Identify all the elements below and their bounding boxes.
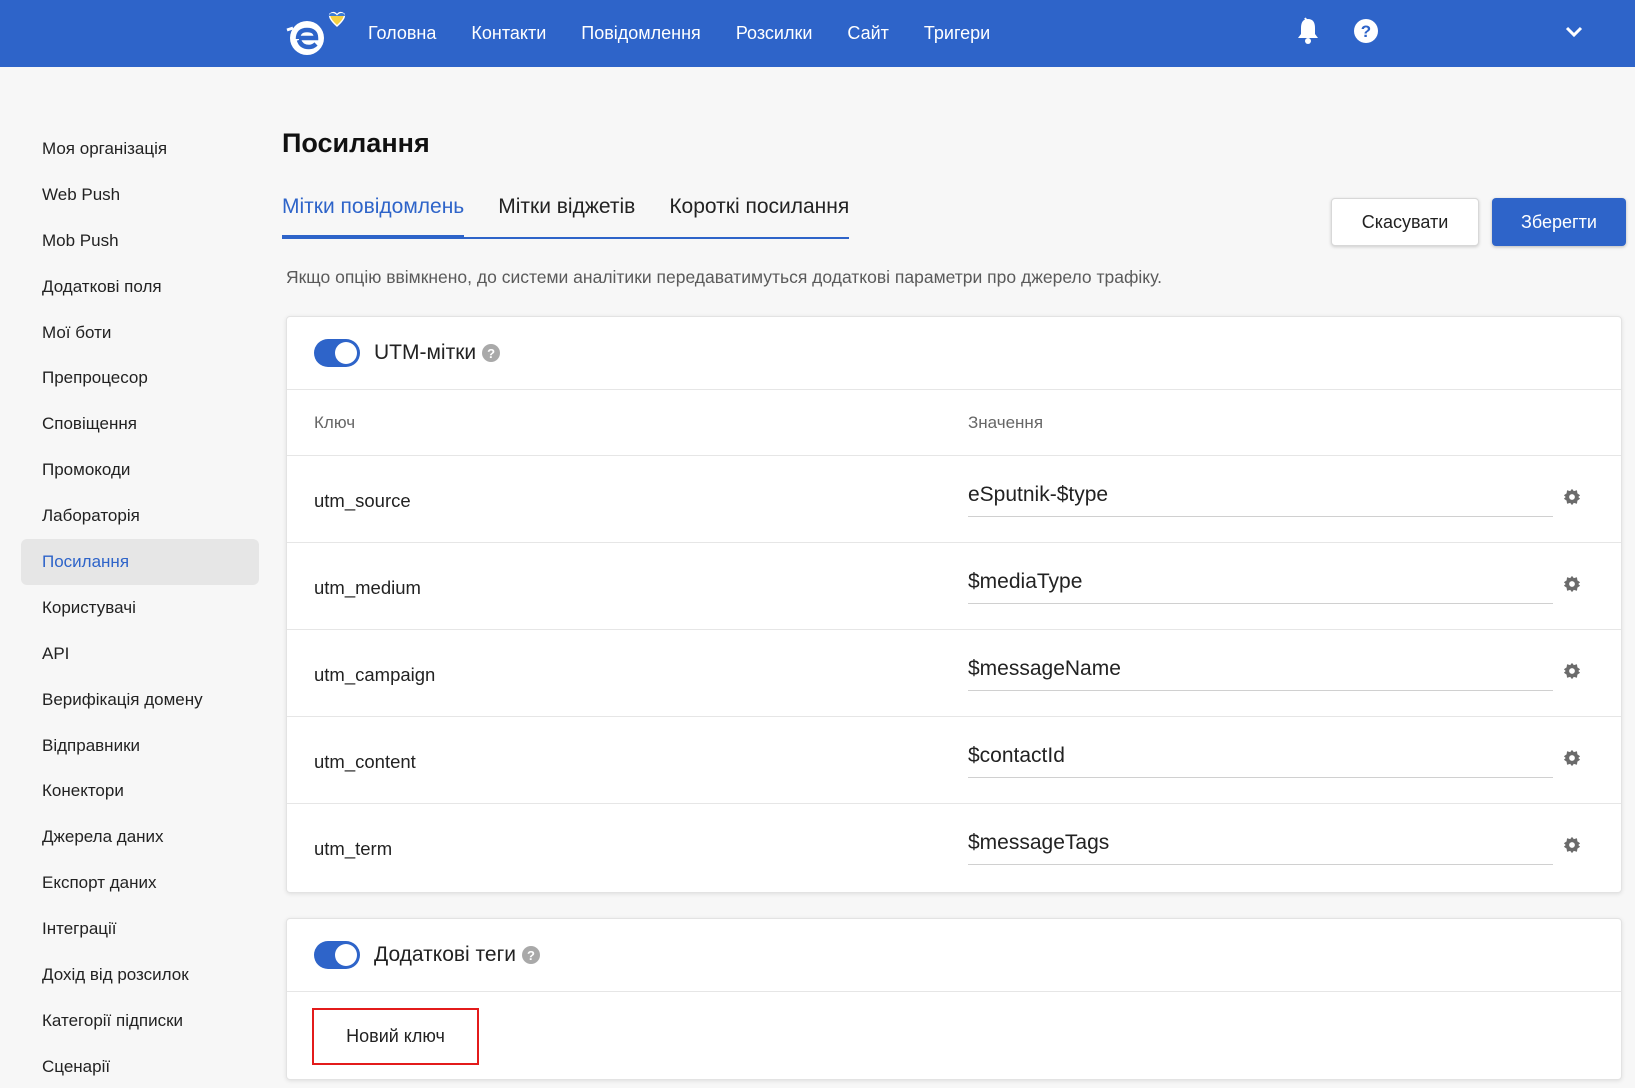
- nav-site[interactable]: Сайт: [847, 23, 889, 44]
- sidebar-item-links[interactable]: Посилання: [21, 539, 259, 585]
- utm-value-field[interactable]: $messageTags: [968, 831, 1553, 865]
- main-nav: Головна Контакти Повідомлення Розсилки С…: [368, 0, 1025, 67]
- extra-tags-header: Додаткові теги ?: [287, 919, 1621, 992]
- table-row: utm_term $messageTags: [287, 804, 1621, 891]
- tab-message-tags[interactable]: Мітки повідомлень: [282, 190, 465, 239]
- column-header-value: Значення: [968, 412, 1044, 432]
- nav-campaigns[interactable]: Розсилки: [736, 23, 813, 44]
- gear-icon[interactable]: [1563, 488, 1581, 506]
- gear-icon[interactable]: [1563, 836, 1581, 854]
- extra-tags-toggle[interactable]: [314, 941, 360, 969]
- utm-key: utm_campaign: [314, 664, 436, 685]
- tabs-bar: Мітки повідомлень Мітки віджетів Короткі…: [282, 190, 850, 239]
- help-circle-icon[interactable]: ?: [1353, 18, 1379, 44]
- cancel-button[interactable]: Скасувати: [1331, 198, 1479, 246]
- sidebar-item-domain-verification[interactable]: Верифікація домену: [21, 677, 259, 723]
- sidebar-item-my-bots[interactable]: Мої боти: [21, 310, 259, 356]
- sidebar-item-senders[interactable]: Відправники: [21, 723, 259, 769]
- chevron-down-icon[interactable]: [1564, 24, 1584, 40]
- new-key-button[interactable]: Новий ключ: [312, 1008, 479, 1065]
- gear-icon[interactable]: [1563, 662, 1581, 680]
- utm-key: utm_term: [314, 838, 393, 859]
- bell-icon[interactable]: [1295, 16, 1321, 46]
- top-navbar: Головна Контакти Повідомлення Розсилки С…: [0, 0, 1635, 67]
- utm-card-header: UTM-мітки ?: [287, 317, 1621, 390]
- sidebar-item-web-push[interactable]: Web Push: [21, 172, 259, 218]
- esputnik-logo[interactable]: [285, 10, 347, 58]
- sidebar-item-scenarios[interactable]: Сценарії: [21, 1044, 259, 1088]
- tab-widget-tags[interactable]: Мітки віджетів: [498, 190, 635, 237]
- column-header-key: Ключ: [314, 412, 356, 432]
- sidebar-item-promocodes[interactable]: Промокоди: [21, 447, 259, 493]
- tab-short-links[interactable]: Короткі посилання: [669, 190, 849, 237]
- utm-key: utm_source: [314, 490, 411, 511]
- sidebar-item-preprocessor[interactable]: Препроцесор: [21, 355, 259, 401]
- sidebar-item-my-organization[interactable]: Моя організація: [21, 126, 259, 172]
- sidebar-item-notifications[interactable]: Сповіщення: [21, 401, 259, 447]
- table-row: utm_source eSputnik-$type: [287, 456, 1621, 543]
- utm-table-header: Ключ Значення: [287, 390, 1621, 456]
- utm-card-title: UTM-мітки: [374, 341, 477, 364]
- save-button[interactable]: Зберегти: [1492, 198, 1626, 246]
- utm-value-field[interactable]: $mediaType: [968, 570, 1553, 604]
- sidebar-item-connectors[interactable]: Конектори: [21, 768, 259, 814]
- page-title: Посилання: [282, 128, 430, 158]
- sidebar-item-api[interactable]: API: [21, 631, 259, 677]
- extra-tags-card: Додаткові теги ? Новий ключ: [286, 918, 1622, 1080]
- extra-tags-title: Додаткові теги: [374, 943, 516, 966]
- sidebar-item-subscription-categories[interactable]: Категорії підписки: [21, 998, 259, 1044]
- sidebar-item-users[interactable]: Користувачі: [21, 585, 259, 631]
- utm-value-field[interactable]: eSputnik-$type: [968, 483, 1553, 517]
- question-icon[interactable]: ?: [482, 344, 501, 362]
- utm-key: utm_content: [314, 751, 416, 772]
- toggle-knob: [335, 342, 357, 364]
- sidebar-item-additional-fields[interactable]: Додаткові поля: [21, 264, 259, 310]
- utm-toggle[interactable]: [314, 339, 360, 367]
- settings-sidebar: Моя організація Web Push Mob Push Додатк…: [21, 126, 259, 1088]
- nav-triggers[interactable]: Тригери: [924, 23, 990, 44]
- toggle-knob: [335, 944, 357, 966]
- sidebar-item-mob-push[interactable]: Mob Push: [21, 218, 259, 264]
- gear-icon[interactable]: [1563, 749, 1581, 767]
- table-row: utm_content $contactId: [287, 717, 1621, 804]
- sidebar-item-laboratory[interactable]: Лабораторія: [21, 493, 259, 539]
- sidebar-item-campaign-revenue[interactable]: Дохід від розсилок: [21, 952, 259, 998]
- table-row: utm_campaign $messageName: [287, 630, 1621, 717]
- utm-key: utm_medium: [314, 577, 421, 598]
- table-row: utm_medium $mediaType: [287, 543, 1621, 630]
- nav-messages[interactable]: Повідомлення: [581, 23, 701, 44]
- nav-contacts[interactable]: Контакти: [471, 23, 546, 44]
- tracking-hint-text: Якщо опцію ввімкнено, до системи аналіти…: [286, 267, 1162, 287]
- question-icon[interactable]: ?: [521, 946, 540, 964]
- sidebar-item-data-sources[interactable]: Джерела даних: [21, 814, 259, 860]
- nav-home[interactable]: Головна: [368, 23, 436, 44]
- sidebar-item-data-export[interactable]: Експорт даних: [21, 860, 259, 906]
- sidebar-item-integrations[interactable]: Інтеграції: [21, 906, 259, 952]
- utm-value-field[interactable]: $contactId: [968, 744, 1553, 778]
- utm-tags-card: UTM-мітки ? Ключ Значення utm_source eSp…: [286, 316, 1622, 893]
- gear-icon[interactable]: [1563, 575, 1581, 593]
- utm-value-field[interactable]: $messageName: [968, 657, 1553, 691]
- svg-text:?: ?: [1361, 22, 1371, 41]
